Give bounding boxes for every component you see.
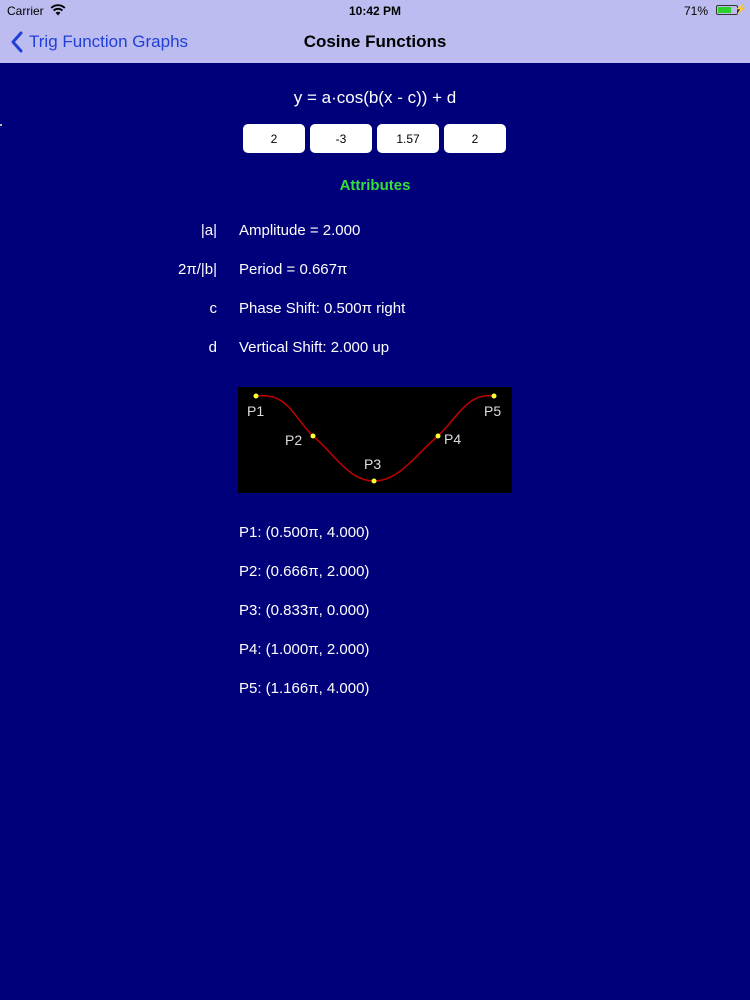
point-p1-marker bbox=[253, 393, 259, 399]
coefficient-inputs bbox=[243, 124, 506, 153]
point-p3-marker bbox=[371, 478, 377, 484]
phase-shift-value: Phase Shift: 0.500π right bbox=[239, 300, 406, 317]
status-bar: Carrier 10:42 PM 71% ⚡ bbox=[0, 0, 750, 22]
edge-marker bbox=[0, 124, 2, 126]
amplitude-label: |a| bbox=[200, 222, 217, 239]
cosine-graph: P1 P2 P3 P4 P5 bbox=[238, 387, 512, 493]
battery-percent: 71% bbox=[683, 4, 708, 18]
point-p5-marker bbox=[491, 393, 497, 399]
page-title: Cosine Functions bbox=[303, 32, 447, 51]
point-p4-label: P4 bbox=[444, 431, 461, 447]
point-p4-marker bbox=[435, 433, 441, 439]
point-p3-label: P3 bbox=[364, 456, 381, 472]
coefficient-c-input[interactable] bbox=[377, 124, 439, 153]
period-label: 2π/|b| bbox=[178, 261, 217, 278]
attributes-heading: Attributes bbox=[339, 177, 411, 194]
charging-icon: ⚡ bbox=[734, 4, 747, 15]
vertical-shift-value: Vertical Shift: 2.000 up bbox=[239, 339, 390, 356]
point-p5-coordinates: P5: (1.166π, 4.000) bbox=[239, 680, 370, 697]
top-bar: Carrier 10:42 PM 71% ⚡ Trig Function Gra… bbox=[0, 0, 750, 63]
point-p2-label: P2 bbox=[285, 432, 302, 448]
point-p5-label: P5 bbox=[484, 403, 501, 419]
formula-text: y = a·cos(b(x - c)) + d bbox=[293, 88, 457, 107]
point-p3-coordinates: P3: (0.833π, 0.000) bbox=[239, 602, 370, 619]
amplitude-value: Amplitude = 2.000 bbox=[239, 222, 361, 239]
point-p4-coordinates: P4: (1.000π, 2.000) bbox=[239, 641, 370, 658]
point-p1-coordinates: P1: (0.500π, 4.000) bbox=[239, 524, 370, 541]
phase-shift-label: c bbox=[209, 300, 218, 317]
clock: 10:42 PM bbox=[348, 4, 402, 18]
period-value: Period = 0.667π bbox=[239, 261, 348, 278]
point-p2-marker bbox=[310, 433, 316, 439]
point-p2-coordinates: P2: (0.666π, 2.000) bbox=[239, 563, 370, 580]
coefficient-b-input[interactable] bbox=[310, 124, 372, 153]
vertical-shift-label: d bbox=[208, 339, 217, 356]
navigation-bar: Trig Function Graphs Cosine Functions bbox=[0, 22, 750, 63]
coefficient-d-input[interactable] bbox=[444, 124, 506, 153]
graph-canvas: P1 P2 P3 P4 P5 bbox=[247, 393, 501, 484]
point-p1-label: P1 bbox=[247, 403, 264, 419]
coefficient-a-input[interactable] bbox=[243, 124, 305, 153]
